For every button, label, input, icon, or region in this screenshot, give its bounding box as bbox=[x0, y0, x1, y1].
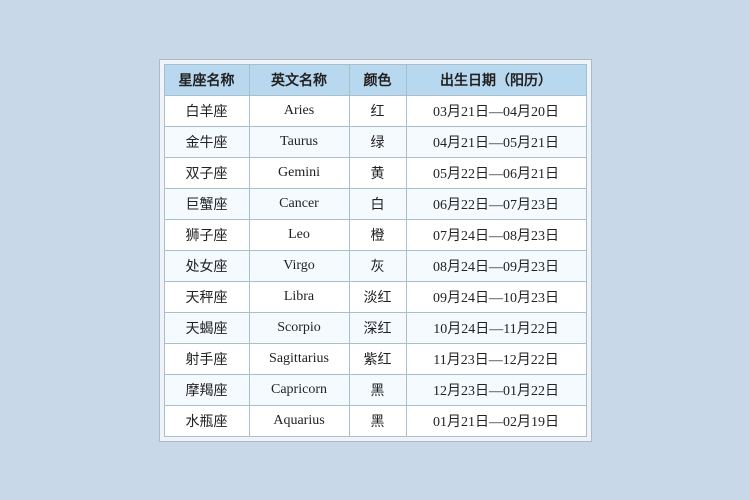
cell-english: Aquarius bbox=[249, 405, 349, 436]
cell-english: Aries bbox=[249, 95, 349, 126]
table-row: 处女座Virgo灰08月24日—09月23日 bbox=[164, 250, 586, 281]
zodiac-table: 星座名称 英文名称 颜色 出生日期（阳历） 白羊座Aries红03月21日—04… bbox=[164, 64, 587, 437]
table-row: 射手座Sagittarius紫红11月23日—12月22日 bbox=[164, 343, 586, 374]
cell-chinese: 天秤座 bbox=[164, 281, 249, 312]
cell-color: 黄 bbox=[349, 157, 406, 188]
cell-date: 12月23日—01月22日 bbox=[406, 374, 586, 405]
header-chinese: 星座名称 bbox=[164, 64, 249, 95]
cell-color: 深红 bbox=[349, 312, 406, 343]
cell-chinese: 处女座 bbox=[164, 250, 249, 281]
cell-chinese: 水瓶座 bbox=[164, 405, 249, 436]
cell-color: 红 bbox=[349, 95, 406, 126]
cell-date: 04月21日—05月21日 bbox=[406, 126, 586, 157]
cell-color: 紫红 bbox=[349, 343, 406, 374]
header-date: 出生日期（阳历） bbox=[406, 64, 586, 95]
cell-english: Leo bbox=[249, 219, 349, 250]
table-row: 天蝎座Scorpio深红10月24日—11月22日 bbox=[164, 312, 586, 343]
table-row: 双子座Gemini黄05月22日—06月21日 bbox=[164, 157, 586, 188]
cell-english: Sagittarius bbox=[249, 343, 349, 374]
cell-date: 07月24日—08月23日 bbox=[406, 219, 586, 250]
table-row: 白羊座Aries红03月21日—04月20日 bbox=[164, 95, 586, 126]
cell-color: 淡红 bbox=[349, 281, 406, 312]
cell-chinese: 摩羯座 bbox=[164, 374, 249, 405]
cell-english: Taurus bbox=[249, 126, 349, 157]
table-row: 摩羯座Capricorn黑12月23日—01月22日 bbox=[164, 374, 586, 405]
cell-date: 01月21日—02月19日 bbox=[406, 405, 586, 436]
cell-date: 05月22日—06月21日 bbox=[406, 157, 586, 188]
cell-english: Cancer bbox=[249, 188, 349, 219]
cell-date: 11月23日—12月22日 bbox=[406, 343, 586, 374]
cell-english: Scorpio bbox=[249, 312, 349, 343]
cell-english: Gemini bbox=[249, 157, 349, 188]
table-row: 水瓶座Aquarius黑01月21日—02月19日 bbox=[164, 405, 586, 436]
table-row: 狮子座Leo橙07月24日—08月23日 bbox=[164, 219, 586, 250]
cell-color: 黑 bbox=[349, 405, 406, 436]
table-row: 金牛座Taurus绿04月21日—05月21日 bbox=[164, 126, 586, 157]
cell-date: 08月24日—09月23日 bbox=[406, 250, 586, 281]
cell-color: 黑 bbox=[349, 374, 406, 405]
cell-date: 06月22日—07月23日 bbox=[406, 188, 586, 219]
cell-english: Virgo bbox=[249, 250, 349, 281]
cell-color: 橙 bbox=[349, 219, 406, 250]
cell-chinese: 狮子座 bbox=[164, 219, 249, 250]
cell-chinese: 天蝎座 bbox=[164, 312, 249, 343]
cell-color: 白 bbox=[349, 188, 406, 219]
header-color: 颜色 bbox=[349, 64, 406, 95]
cell-english: Libra bbox=[249, 281, 349, 312]
table-row: 天秤座Libra淡红09月24日—10月23日 bbox=[164, 281, 586, 312]
cell-chinese: 白羊座 bbox=[164, 95, 249, 126]
cell-date: 03月21日—04月20日 bbox=[406, 95, 586, 126]
cell-color: 灰 bbox=[349, 250, 406, 281]
table-header-row: 星座名称 英文名称 颜色 出生日期（阳历） bbox=[164, 64, 586, 95]
zodiac-table-container: 星座名称 英文名称 颜色 出生日期（阳历） 白羊座Aries红03月21日—04… bbox=[159, 59, 592, 442]
cell-chinese: 金牛座 bbox=[164, 126, 249, 157]
header-english: 英文名称 bbox=[249, 64, 349, 95]
cell-chinese: 巨蟹座 bbox=[164, 188, 249, 219]
cell-english: Capricorn bbox=[249, 374, 349, 405]
cell-chinese: 射手座 bbox=[164, 343, 249, 374]
cell-date: 10月24日—11月22日 bbox=[406, 312, 586, 343]
cell-chinese: 双子座 bbox=[164, 157, 249, 188]
cell-date: 09月24日—10月23日 bbox=[406, 281, 586, 312]
table-row: 巨蟹座Cancer白06月22日—07月23日 bbox=[164, 188, 586, 219]
cell-color: 绿 bbox=[349, 126, 406, 157]
